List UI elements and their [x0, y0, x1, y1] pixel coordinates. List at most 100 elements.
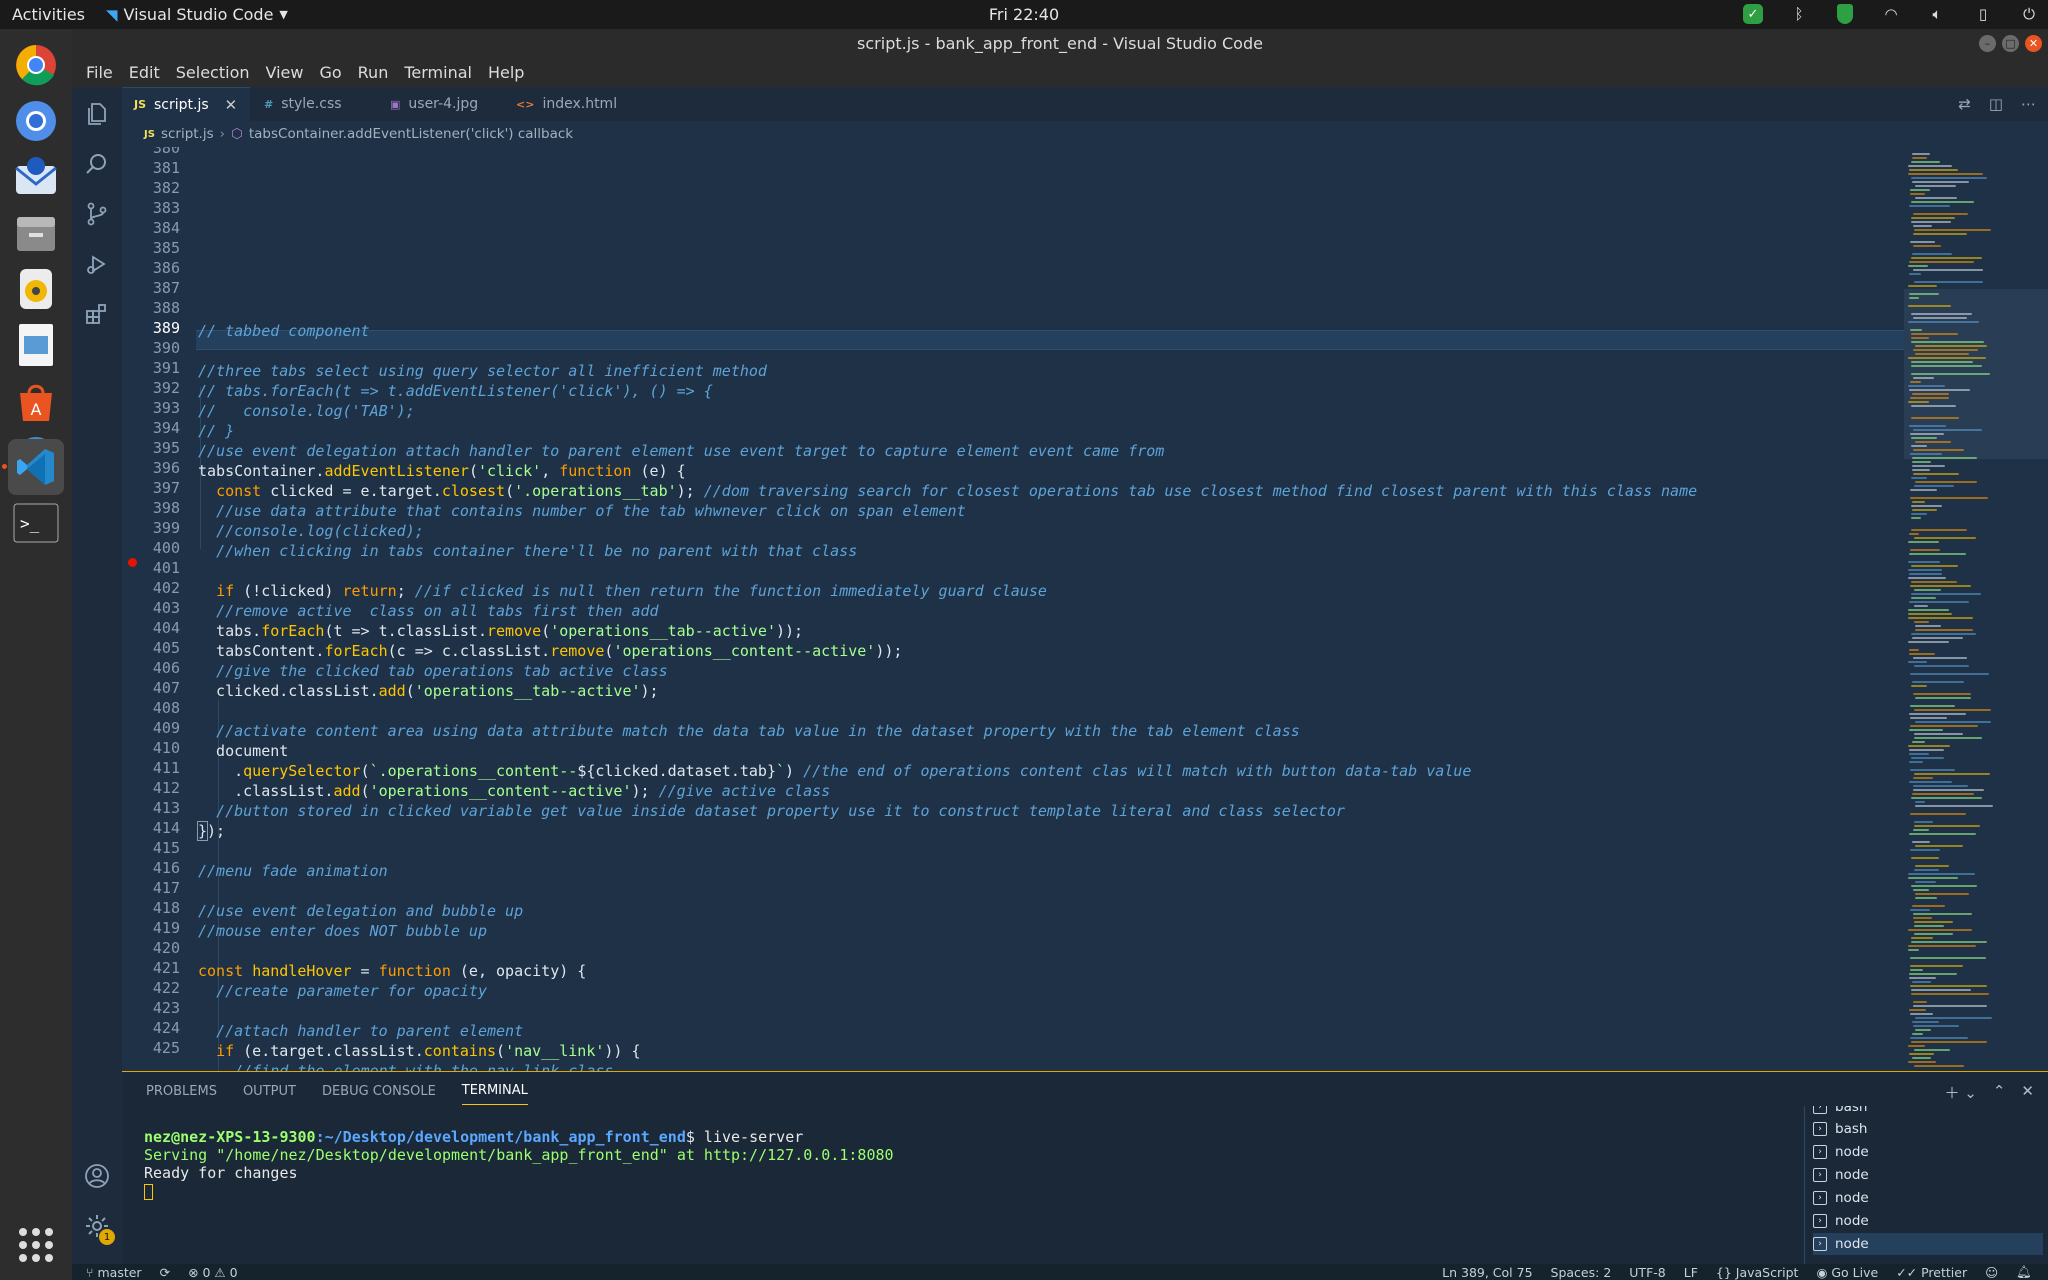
status-bar: ⑂ master ⟳ ⊗ 0 ⚠ 0 Ln 389, Col 75 Spaces… — [72, 1264, 2048, 1280]
notifications-bell-icon[interactable]: 🔔︎ — [2016, 1264, 2032, 1280]
terminal-list-item[interactable]: › node — [1813, 1164, 2043, 1186]
indentation[interactable]: Spaces: 2 — [1551, 1265, 1612, 1280]
extensions-icon[interactable] — [72, 289, 122, 339]
chromium-icon[interactable] — [8, 93, 64, 149]
menu-file[interactable]: File — [78, 63, 121, 82]
minimap-line — [1911, 797, 1982, 799]
minimap-line — [1912, 681, 1964, 683]
search-icon[interactable] — [72, 139, 122, 189]
tab-label: index.html — [542, 96, 618, 112]
terminal-list-item[interactable]: › node — [1813, 1210, 2043, 1232]
chrome-icon[interactable] — [8, 37, 64, 93]
tab-style-css[interactable]: # style.css — [252, 87, 376, 121]
encoding[interactable]: UTF-8 — [1629, 1265, 1665, 1280]
minimap-line — [1911, 221, 1951, 223]
split-editor-icon[interactable]: ◫ — [1989, 95, 2003, 113]
bluetooth-icon[interactable]: ᛒ — [1788, 3, 1810, 25]
close-tab-icon[interactable]: ✕ — [225, 96, 238, 114]
terminal-list-item[interactable]: › bash — [1813, 1118, 2043, 1140]
running-indicator — [2, 464, 7, 469]
line-number: 399 — [152, 519, 180, 537]
terminal-list-item[interactable]: › node — [1813, 1187, 2043, 1209]
panel-tab-output[interactable]: OUTPUT — [243, 1084, 296, 1099]
close-panel-icon[interactable]: ✕ — [2021, 1082, 2034, 1103]
tab-script-js[interactable]: JS script.js ✕ — [122, 87, 250, 121]
terminal-name: node — [1835, 1213, 1869, 1229]
menu-run[interactable]: Run — [350, 63, 397, 82]
minimap-line — [1912, 637, 1963, 639]
minimap-line — [1911, 685, 1927, 687]
sync-icon[interactable]: ⟳ — [160, 1265, 170, 1280]
open-changes-icon[interactable]: ⇄ — [1958, 95, 1971, 113]
app-menu[interactable]: ◥ Visual Studio Code ▼ — [106, 5, 288, 24]
minimap-line — [1912, 253, 1952, 255]
problems-indicator[interactable]: ⊗ 0 ⚠ 0 — [188, 1265, 238, 1280]
explorer-icon[interactable] — [72, 89, 122, 139]
files-icon[interactable] — [8, 205, 64, 261]
menu-edit[interactable]: Edit — [121, 63, 168, 82]
terminal-list-item[interactable]: › bash — [1813, 1106, 2043, 1118]
volume-icon[interactable]: 🔈︎ — [1926, 3, 1948, 25]
feedback-icon[interactable]: ☺ — [1985, 1265, 1998, 1280]
minimize-button[interactable]: – — [1979, 35, 1996, 52]
tab-index-html[interactable]: <> index.html — [504, 87, 636, 121]
tab-user-4-jpg[interactable]: ▣ user-4.jpg — [378, 87, 502, 121]
manage-gear-icon[interactable]: 1 — [72, 1201, 122, 1251]
terminal-name: bash — [1835, 1121, 1868, 1137]
menu-help[interactable]: Help — [480, 63, 532, 82]
terminal-output[interactable]: nez@nez-XPS-13-9300:~/Desktop/developmen… — [144, 1128, 894, 1200]
menu-terminal[interactable]: Terminal — [396, 63, 480, 82]
software-center-icon[interactable]: A — [8, 373, 64, 429]
activities-button[interactable]: Activities — [12, 5, 85, 24]
minimap-line — [1909, 261, 1974, 263]
rhythmbox-icon[interactable] — [8, 261, 64, 317]
panel-tab-terminal[interactable]: TERMINAL — [461, 1083, 528, 1105]
wifi-icon[interactable]: ◠ — [1880, 3, 1902, 25]
shield-check-icon[interactable]: ✓ — [1742, 3, 1764, 25]
source-control-icon[interactable] — [72, 189, 122, 239]
thunderbird-icon[interactable] — [8, 149, 64, 205]
panel-tab-debug-console[interactable]: DEBUG CONSOLE — [322, 1084, 436, 1099]
security-shield-icon[interactable] — [1834, 3, 1856, 25]
minimap-line — [1910, 497, 1988, 499]
panel-tab-problems[interactable]: PROBLEMS — [146, 1084, 217, 1099]
language-mode[interactable]: {} JavaScript — [1716, 1265, 1799, 1280]
line-number: 418 — [152, 899, 180, 917]
more-actions-icon[interactable]: ⋯ — [2021, 95, 2036, 113]
terminal-list-item[interactable]: › node — [1813, 1141, 2043, 1163]
menu-selection[interactable]: Selection — [168, 63, 258, 82]
terminal-icon[interactable]: >_ — [8, 495, 64, 551]
minimap-line — [1910, 1013, 1933, 1015]
end-of-line[interactable]: LF — [1684, 1265, 1698, 1280]
vscode-icon[interactable] — [8, 439, 64, 495]
accounts-icon[interactable] — [72, 1151, 122, 1201]
run-debug-icon[interactable] — [72, 239, 122, 289]
line-number: 410 — [152, 739, 180, 757]
minimap-line — [1914, 825, 1980, 827]
battery-icon[interactable]: ▯ — [1972, 3, 1994, 25]
prettier-status[interactable]: ✓✓ Prettier — [1896, 1265, 1967, 1280]
minimap-line — [1911, 337, 1929, 339]
breadcrumb-file[interactable]: script.js — [161, 126, 214, 142]
menu-view[interactable]: View — [258, 63, 312, 82]
show-applications-icon[interactable] — [8, 1217, 64, 1273]
line-number: 393 — [152, 399, 180, 417]
minimap-line — [1915, 629, 1973, 631]
menu-go[interactable]: Go — [311, 63, 349, 82]
terminal-list-item-selected[interactable]: › node — [1813, 1233, 2043, 1255]
clock[interactable]: Fri 22:40 — [989, 5, 1059, 24]
line-number: 411 — [152, 759, 180, 777]
breadcrumb-symbol[interactable]: tabsContainer.addEventListener('click') … — [249, 126, 573, 142]
branch-indicator[interactable]: ⑂ master — [86, 1265, 142, 1280]
cursor-position[interactable]: Ln 389, Col 75 — [1442, 1265, 1532, 1280]
document-viewer-icon[interactable] — [8, 317, 64, 373]
maximize-panel-icon[interactable]: ⌃ — [1993, 1082, 2006, 1103]
go-live-button[interactable]: ◉ Go Live — [1816, 1265, 1878, 1280]
minimap-line — [1915, 1029, 1931, 1031]
power-menu-icon[interactable]: ⏻ — [2018, 3, 2040, 25]
new-terminal-icon[interactable]: ＋ ⌄ — [1945, 1082, 1977, 1103]
close-window-button[interactable]: ✕ — [2025, 35, 2042, 52]
code-editor[interactable]: 380 381 382 383 384 385 386 387 388 389 390 391 392 3… — [122, 147, 1904, 1071]
minimap[interactable] — [1904, 147, 2048, 1071]
maximize-button[interactable]: □ — [2002, 35, 2019, 52]
